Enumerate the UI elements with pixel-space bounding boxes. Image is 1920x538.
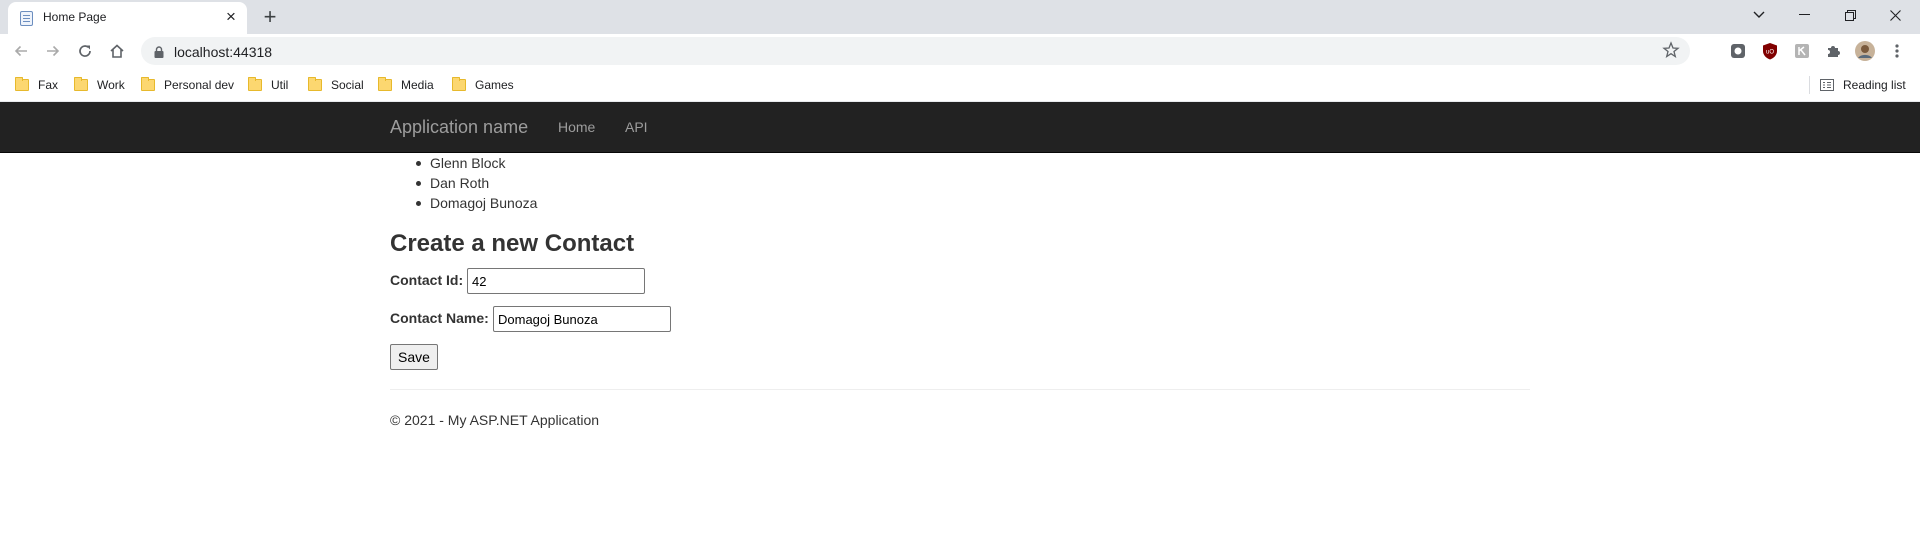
close-icon[interactable] [1872, 0, 1918, 30]
home-icon[interactable] [103, 37, 131, 65]
site-navbar: Application name Home API [0, 102, 1920, 153]
bookmark-star-icon[interactable] [1662, 41, 1680, 64]
contact-list: Glenn Block Dan Roth Domagoj Bunoza [415, 153, 538, 213]
list-item: Domagoj Bunoza [415, 195, 538, 211]
contact-id-field[interactable] [467, 268, 645, 294]
folder-icon [74, 77, 88, 91]
bookmarks-divider [1809, 76, 1810, 94]
save-button[interactable]: Save [390, 344, 438, 370]
footer-text: © 2021 - My ASP.NET Application [390, 412, 600, 428]
bookmarks-bar: Fax Work Personal dev Util Social Media … [0, 68, 1920, 102]
nav-link-api[interactable]: API [625, 119, 648, 135]
url-text: localhost:44318 [174, 44, 273, 60]
back-icon[interactable] [7, 37, 35, 65]
reading-list-button[interactable]: Reading list [1820, 76, 1906, 94]
brand-link[interactable]: Application name [390, 117, 528, 138]
list-item: Dan Roth [415, 173, 537, 193]
folder-icon [452, 77, 466, 91]
folder-icon [378, 77, 392, 91]
folder-icon [308, 77, 322, 91]
contact-name-label: Contact Name: [390, 310, 489, 326]
bookmark-folder-media[interactable]: Media [378, 76, 434, 94]
avatar[interactable] [1855, 41, 1875, 61]
page-icon [20, 11, 33, 26]
extension-icon[interactable] [1792, 41, 1812, 61]
bookmark-folder-social[interactable]: Social [308, 76, 364, 94]
page-title: Create a new Contact [390, 230, 635, 257]
reading-list-icon [1820, 79, 1834, 91]
tab-strip: Home Page × + [0, 0, 1920, 34]
divider [390, 389, 1530, 390]
minimize-icon[interactable] [1781, 0, 1827, 30]
contact-id-label: Contact Id: [390, 272, 464, 288]
menu-dots-icon[interactable] [1887, 41, 1907, 61]
browser-tab[interactable]: Home Page × [8, 2, 247, 34]
address-bar[interactable]: localhost:44318 [141, 37, 1690, 65]
bookmark-folder-fax[interactable]: Fax [15, 76, 58, 94]
tab-title: Home Page [43, 10, 107, 24]
svg-text:uO: uO [1766, 50, 1774, 56]
extension-icon[interactable] [1728, 41, 1748, 61]
puzzle-icon[interactable] [1823, 41, 1843, 61]
tab-close-icon[interactable]: × [222, 8, 240, 26]
tab-search-icon[interactable] [1736, 0, 1782, 30]
bookmark-folder-personal-dev[interactable]: Personal dev [141, 76, 234, 94]
list-item: Glenn Block [415, 153, 537, 173]
browser-toolbar: localhost:44318 uO [0, 34, 1920, 68]
folder-icon [141, 77, 155, 91]
folder-icon [15, 77, 29, 91]
folder-icon [248, 77, 262, 91]
bookmark-folder-work[interactable]: Work [74, 76, 125, 94]
restore-icon[interactable] [1827, 0, 1873, 30]
reload-icon[interactable] [71, 37, 99, 65]
nav-link-home[interactable]: Home [558, 119, 595, 135]
bookmark-folder-util[interactable]: Util [248, 76, 288, 94]
ublock-icon[interactable]: uO [1760, 41, 1780, 61]
lock-icon[interactable] [154, 45, 164, 63]
new-tab-button[interactable]: + [256, 4, 284, 32]
bookmark-folder-games[interactable]: Games [452, 76, 514, 94]
forward-icon[interactable] [39, 37, 67, 65]
contact-name-field[interactable] [493, 306, 671, 332]
